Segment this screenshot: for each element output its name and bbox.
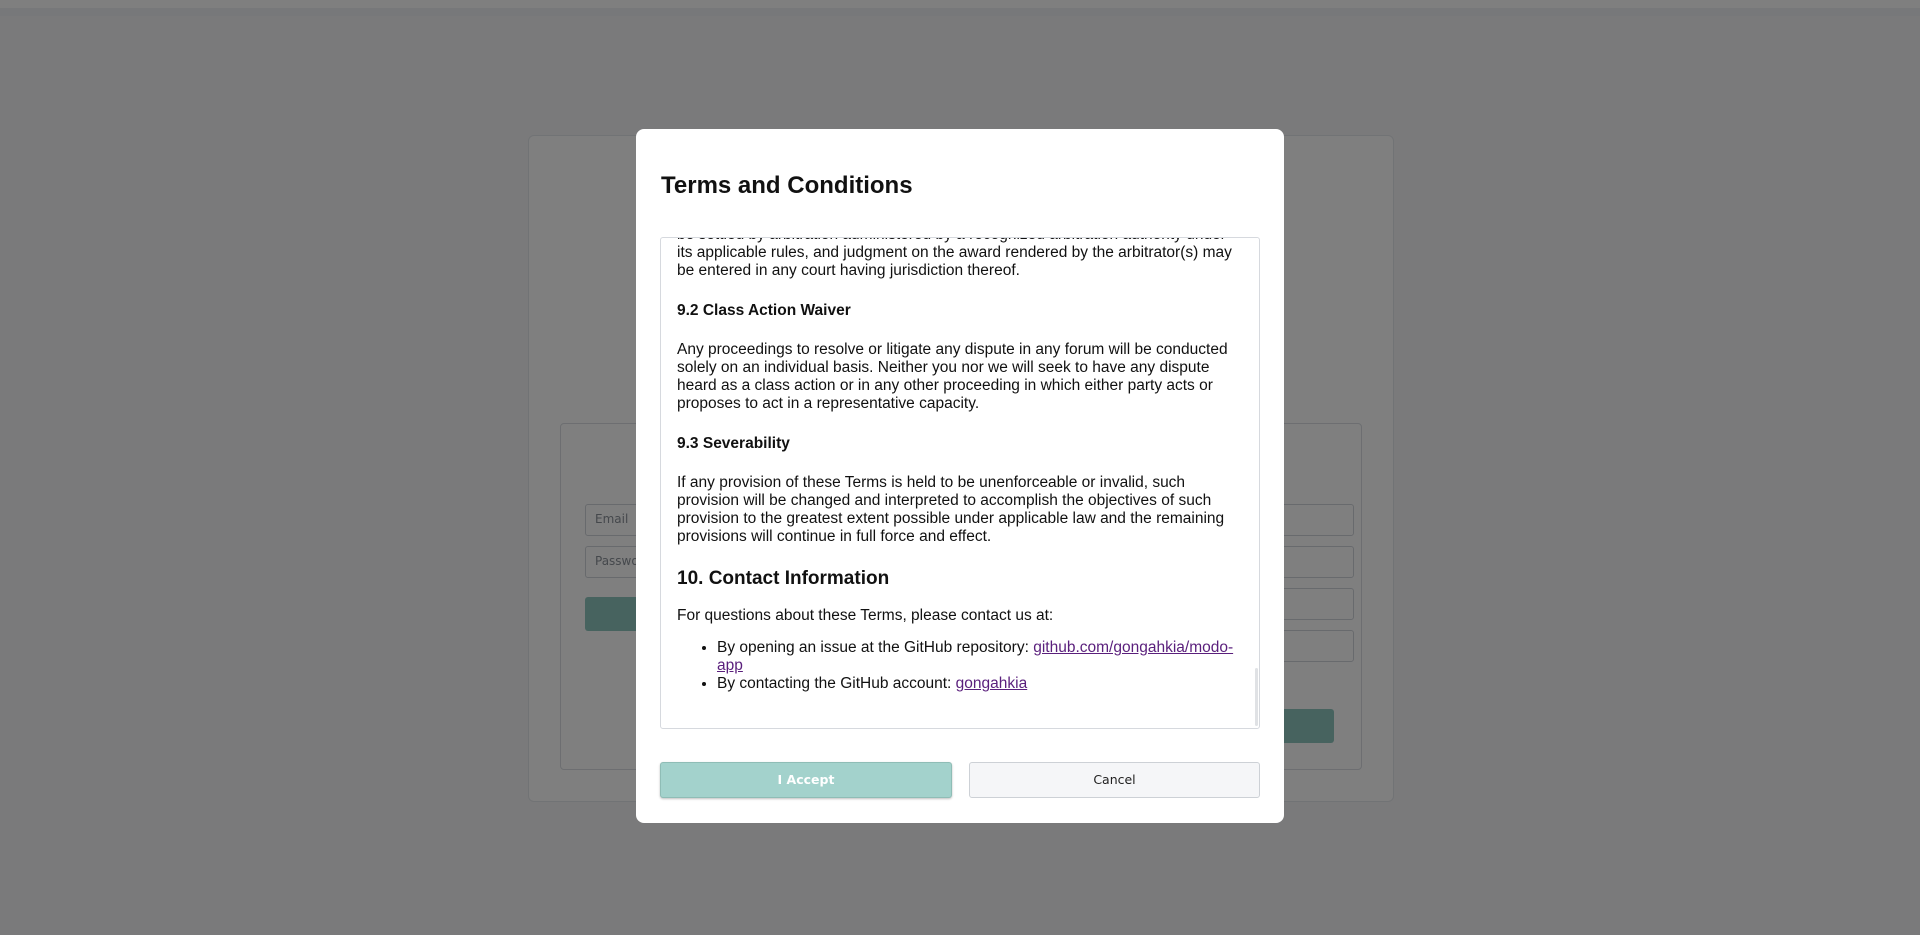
account-link[interactable]: gongahkia xyxy=(956,675,1028,692)
terms-scrollbar-thumb[interactable] xyxy=(1255,668,1258,726)
severability-heading: 9.3 Severability xyxy=(677,434,790,452)
contact-heading: 10. Contact Information xyxy=(677,567,890,589)
contact-item-account-label: By contacting the GitHub account: xyxy=(717,675,956,693)
terms-scrollbar-track[interactable] xyxy=(1255,238,1258,728)
contact-intro: For questions about these Terms, please … xyxy=(677,606,1054,624)
severability-paragraph: If any provision of these Terms is held … xyxy=(677,473,1225,546)
cancel-button[interactable]: Cancel xyxy=(969,762,1260,798)
arbitration-paragraph: be settled by arbitration administered b… xyxy=(677,238,1232,280)
contact-item-account: By contacting the GitHub account: gongah… xyxy=(717,675,1242,693)
class-action-paragraph: Any proceedings to resolve or litigate a… xyxy=(677,340,1228,413)
class-action-heading: 9.2 Class Action Waiver xyxy=(677,301,851,319)
terms-modal: Terms and Conditions be settled by arbit… xyxy=(636,129,1284,823)
contact-item-repo-label: By opening an issue at the GitHub reposi… xyxy=(717,638,1034,656)
modal-title: Terms and Conditions xyxy=(661,172,913,199)
terms-scroll-area[interactable]: be settled by arbitration administered b… xyxy=(660,237,1260,729)
accept-button[interactable]: I Accept xyxy=(660,762,952,798)
contact-list: By opening an issue at the GitHub reposi… xyxy=(677,639,1242,694)
terms-content: be settled by arbitration administered b… xyxy=(677,238,1242,694)
contact-item-repo: By opening an issue at the GitHub reposi… xyxy=(717,639,1242,675)
